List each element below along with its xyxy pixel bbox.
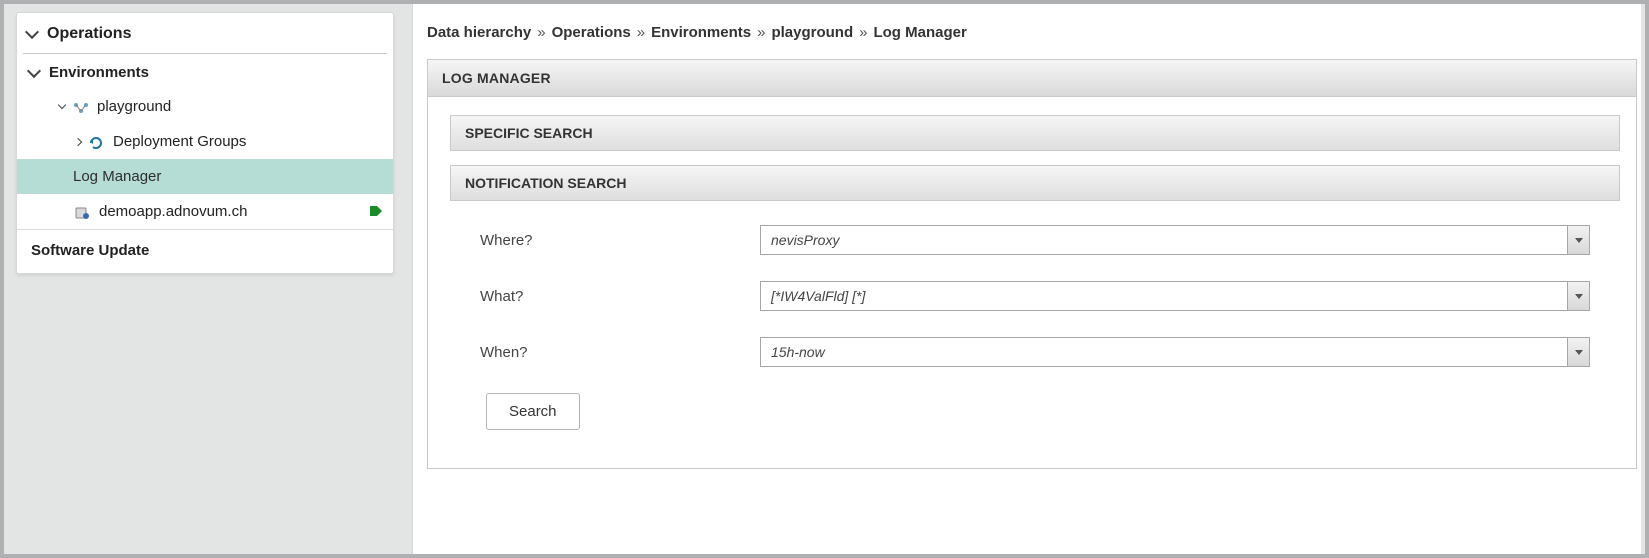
panel-log-manager: LOG MANAGER SPECIFIC SEARCH NOTIFICATION… — [427, 59, 1637, 469]
cluster-icon — [73, 101, 89, 113]
sidebar-item-playground[interactable]: playground — [17, 89, 393, 124]
main: Data hierarchy » Operations » Environmen… — [412, 4, 1641, 554]
when-value: 15h-now — [761, 338, 1567, 366]
label: demoapp.adnovum.ch — [99, 203, 247, 220]
breadcrumb: Data hierarchy » Operations » Environmen… — [413, 4, 1641, 59]
breadcrumb-root[interactable]: Data hierarchy — [427, 24, 531, 41]
breadcrumb-current: Log Manager — [873, 24, 966, 41]
sidebar-section-operations[interactable]: Operations — [23, 13, 387, 54]
what-value: [*IW4ValFld] [*] — [761, 282, 1567, 310]
search-button[interactable]: Search — [486, 393, 580, 430]
label: playground — [97, 98, 171, 115]
sidebar-section-environments[interactable]: Environments — [17, 54, 393, 89]
chevron-down-icon — [27, 63, 41, 77]
panel-specific-search[interactable]: SPECIFIC SEARCH — [450, 115, 1620, 151]
sidebar-item-log-manager[interactable]: Log Manager — [17, 159, 393, 194]
label: Operations — [47, 25, 131, 43]
server-icon — [75, 206, 91, 218]
sidebar-item-host[interactable]: demoapp.adnovum.ch — [17, 194, 393, 229]
where-value: nevisProxy — [761, 226, 1567, 254]
label: Log Manager — [73, 168, 161, 185]
notification-search-form: Where? nevisProxy What? [*IW4ValFld] [*] — [450, 201, 1620, 440]
dropdown-icon[interactable] — [1567, 338, 1589, 366]
breadcrumb-sep: » — [637, 24, 645, 41]
label: Deployment Groups — [113, 133, 246, 150]
chevron-down-icon — [25, 25, 39, 39]
what-combo[interactable]: [*IW4ValFld] [*] — [760, 281, 1590, 311]
panel-title: LOG MANAGER — [428, 60, 1636, 97]
label: Environments — [49, 64, 149, 81]
chevron-down-icon — [58, 100, 66, 108]
sidebar-item-deployment-groups[interactable]: Deployment Groups — [17, 124, 393, 159]
breadcrumb-sep: » — [537, 24, 545, 41]
breadcrumb-playground[interactable]: playground — [771, 24, 853, 41]
label: Software Update — [31, 242, 149, 259]
dropdown-icon[interactable] — [1567, 226, 1589, 254]
dropdown-icon[interactable] — [1567, 282, 1589, 310]
when-label: When? — [480, 344, 760, 361]
panel-notification-search[interactable]: NOTIFICATION SEARCH — [450, 165, 1620, 201]
tag-icon — [369, 205, 383, 219]
breadcrumb-sep: » — [757, 24, 765, 41]
where-combo[interactable]: nevisProxy — [760, 225, 1590, 255]
breadcrumb-sep: » — [859, 24, 867, 41]
where-label: Where? — [480, 232, 760, 249]
sidebar-item-software-update[interactable]: Software Update — [17, 229, 393, 273]
what-label: What? — [480, 288, 760, 305]
breadcrumb-environments[interactable]: Environments — [651, 24, 751, 41]
chevron-right-icon — [74, 137, 82, 145]
refresh-icon — [89, 136, 105, 148]
breadcrumb-operations[interactable]: Operations — [552, 24, 631, 41]
when-combo[interactable]: 15h-now — [760, 337, 1590, 367]
sidebar: Operations Environments playground Deplo… — [16, 12, 394, 274]
